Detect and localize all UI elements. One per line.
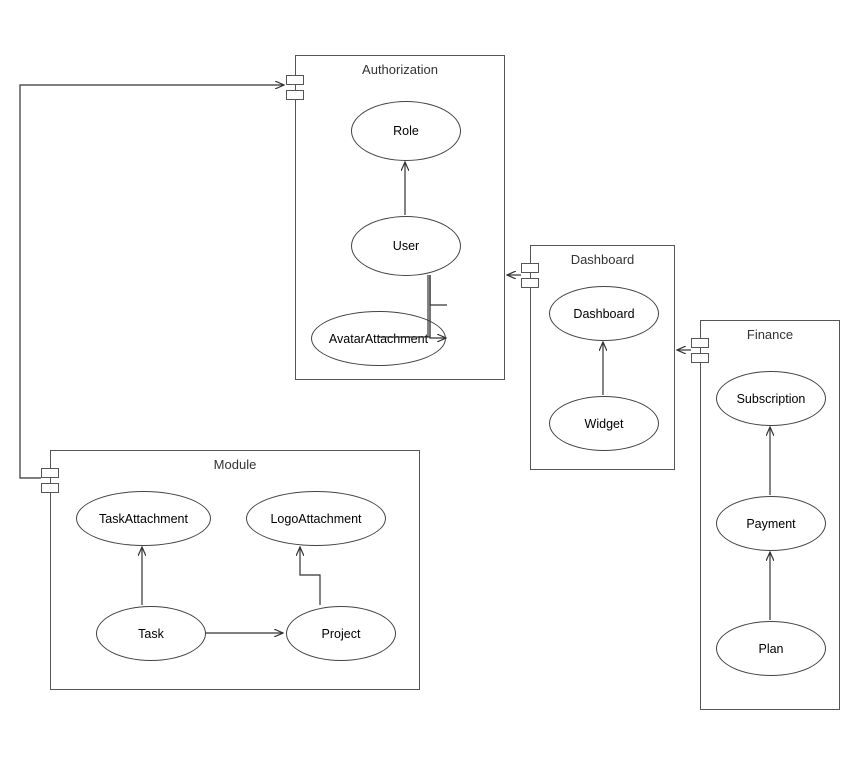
class-dashboard: Dashboard: [549, 286, 659, 341]
module-finance: Finance Subscription Payment Plan: [700, 320, 840, 710]
module-module: Module TaskAttachment LogoAttachment Tas…: [50, 450, 420, 690]
module-title-dashboard: Dashboard: [531, 252, 674, 267]
class-avatar-attachment: AvatarAttachment: [311, 311, 446, 366]
port-icon: [41, 468, 59, 478]
class-payment-label: Payment: [746, 517, 795, 531]
class-task: Task: [96, 606, 206, 661]
module-dashboard: Dashboard Dashboard Widget: [530, 245, 675, 470]
class-project: Project: [286, 606, 396, 661]
module-title-finance: Finance: [701, 327, 839, 342]
class-subscription-label: Subscription: [737, 392, 806, 406]
class-role: Role: [351, 101, 461, 161]
class-project-label: Project: [322, 627, 361, 641]
port-icon: [691, 353, 709, 363]
port-icon: [521, 263, 539, 273]
port-icon: [41, 483, 59, 493]
class-logo-attachment-label: LogoAttachment: [270, 512, 361, 526]
diagram-canvas: Authorization Role User AvatarAttachment…: [0, 0, 860, 766]
class-task-label: Task: [138, 627, 164, 641]
port-icon: [691, 338, 709, 348]
class-user-label: User: [393, 239, 419, 253]
class-logo-attachment: LogoAttachment: [246, 491, 386, 546]
class-payment: Payment: [716, 496, 826, 551]
class-user: User: [351, 216, 461, 276]
class-widget-label: Widget: [585, 417, 624, 431]
module-authorization: Authorization Role User AvatarAttachment: [295, 55, 505, 380]
module-title-authorization: Authorization: [296, 62, 504, 77]
class-dashboard-label: Dashboard: [573, 307, 634, 321]
port-icon: [286, 75, 304, 85]
class-plan-label: Plan: [758, 642, 783, 656]
class-subscription: Subscription: [716, 371, 826, 426]
port-icon: [286, 90, 304, 100]
port-icon: [521, 278, 539, 288]
module-title-module: Module: [51, 457, 419, 472]
class-task-attachment: TaskAttachment: [76, 491, 211, 546]
class-plan: Plan: [716, 621, 826, 676]
class-widget: Widget: [549, 396, 659, 451]
class-avatar-attachment-label: AvatarAttachment: [329, 332, 428, 346]
class-task-attachment-label: TaskAttachment: [99, 512, 188, 526]
class-role-label: Role: [393, 124, 419, 138]
